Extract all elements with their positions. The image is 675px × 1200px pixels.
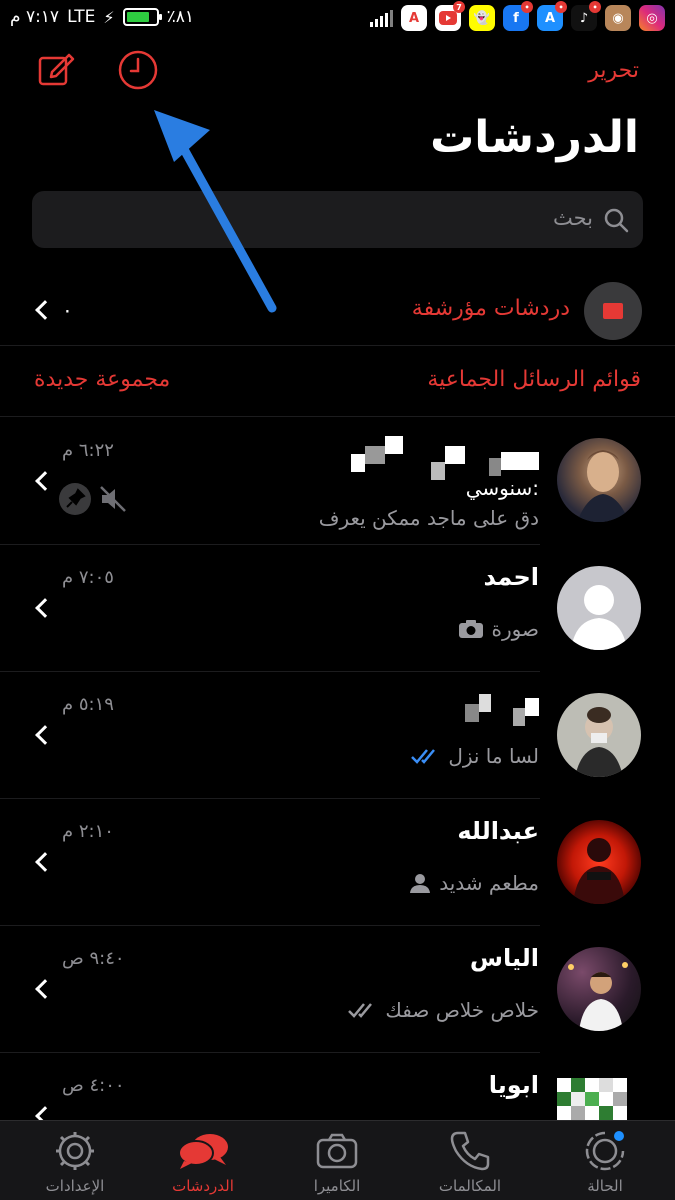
chat-name: احمد [483,563,539,591]
instagram-icon: ◎ [639,5,665,31]
tiktok-icon: ♪ • [571,1,601,31]
charging-icon: ⚡ [103,7,115,27]
camera-icon [458,620,483,638]
chat-time: ٢:١٠ م [62,821,114,842]
tab-calls[interactable]: المكالمات [410,1129,530,1195]
chat-row[interactable]: ٥:١٩ م لسا ما نزل [0,672,675,799]
chat-preview: صورة [458,617,539,641]
censored-name [465,694,539,726]
cydia-icon: ◉ [605,5,631,31]
tab-camera[interactable]: الكاميرا [277,1129,397,1195]
avatar [557,947,641,1031]
tab-label: الدردشات [172,1177,234,1195]
tab-label: الكاميرا [313,1177,361,1195]
edit-button[interactable]: تحرير [588,58,639,83]
lists-row: قوائم الرسائل الجماعية مجموعة جديدة [0,347,675,417]
chat-preview: لسا ما نزل [410,744,539,768]
chat-preview: خلاص خلاص صفك [347,998,539,1022]
chevron-left-icon [35,979,55,999]
chat-time: ٩:٤٠ ص [62,948,125,969]
chat-message: صورة [491,617,539,641]
chat-preview: مطعم شديد [409,871,539,895]
chat-message: خلاص خلاص صفك [385,998,539,1022]
double-check-icon [411,749,436,764]
chat-name: الياس [469,944,539,972]
app-store-icon: A • [537,1,567,31]
chat-sender-line: سنوسي: [466,476,539,500]
avatar [557,1074,641,1120]
chat-name: عبدالله [457,817,539,845]
battery-icon [122,8,162,26]
chat-row[interactable]: ٦:٢٢ م سنوسي: دق على ماجد ممكن يعرف [0,418,675,545]
tab-label: المكالمات [438,1177,502,1195]
tab-chats[interactable]: الدردشات [143,1129,263,1195]
chat-name: ابويا [488,1071,539,1099]
person-icon [410,874,431,893]
chat-bubbles-icon [178,1134,228,1169]
compose-icon[interactable] [36,50,76,90]
clock-icon[interactable] [118,50,158,90]
chevron-left-icon [35,300,55,320]
tab-status[interactable]: الحالة [545,1129,665,1195]
avatar [557,438,641,522]
status-icon [585,1131,625,1171]
chat-message: دق على ماجد ممكن يعرف [318,506,539,530]
tab-label: الحالة [587,1177,623,1195]
phone-icon [450,1131,490,1171]
gear-icon [56,1132,94,1170]
chat-message: مطعم شديد [439,871,539,895]
pin-icon [59,483,91,515]
chevron-left-icon [35,471,55,491]
status-bar: ٧:١٧ م LTE ⚡ ٪٨١ A 7 👻 f • A • ♪ • ◉ ◎ [0,0,675,36]
chat-time: ٥:١٩ م [62,694,114,715]
tab-settings[interactable]: الإعدادات [15,1129,135,1195]
status-time: ٧:١٧ م [10,7,60,27]
notification-app-icons: A 7 👻 f • A • ♪ • ◉ ◎ [370,1,665,31]
chat-time: ٧:٠٥ م [62,567,114,588]
page-title: الدردشات [430,112,639,163]
muted-icon [100,486,126,512]
archived-chats-label: دردشات مؤرشفة [411,296,570,321]
chat-time: ٤:٠٠ ص [62,1075,125,1096]
tab-label: الإعدادات [45,1177,105,1195]
tab-bar: الإعدادات الدردشات الكاميرا المكالمات ال… [0,1120,675,1200]
broadcast-lists-link[interactable]: قوائم الرسائل الجماعية [427,367,641,392]
chat-preview: دق على ماجد ممكن يعرف [319,506,539,530]
chevron-left-icon [35,725,55,745]
chat-row[interactable]: عبدالله ٢:١٠ م مطعم شديد [0,799,675,926]
chat-row[interactable]: ابويا ٤:٠٠ ص [0,1053,675,1120]
chat-row[interactable]: الياس ٩:٤٠ ص خلاص خلاص صفك [0,926,675,1053]
youtube-icon: 7 [435,1,465,31]
avatar [557,820,641,904]
chevron-left-icon [35,1106,55,1120]
archived-count: ٠ [62,298,73,322]
facebook-icon: f • [503,1,533,31]
annotation-arrow-icon [154,110,277,313]
double-check-icon [348,1003,373,1018]
network-type: LTE [67,7,96,27]
archived-chats-row[interactable]: دردشات مؤرشفة ٠ [0,274,675,346]
camera-icon [316,1133,358,1169]
chat-message: لسا ما نزل [448,744,539,768]
archive-icon [584,282,642,340]
search-icon [604,208,629,233]
avatar [557,566,641,650]
search-placeholder: بحث [552,206,593,230]
search-bar[interactable]: بحث [32,191,643,248]
status-left: ٧:١٧ م LTE ⚡ ٪٨١ [10,7,194,27]
avatar [557,693,641,777]
new-group-link[interactable]: مجموعة جديدة [34,367,170,392]
snapchat-icon: 👻 [469,5,495,31]
chevron-left-icon [35,598,55,618]
chevron-left-icon [35,852,55,872]
chat-time: ٦:٢٢ م [62,440,114,461]
chat-row[interactable]: احمد ٧:٠٥ م صورة [0,545,675,672]
censored-name [351,436,539,480]
chat-sender: سنوسي: [465,476,539,500]
custom-a-icon: A [401,5,427,31]
signal-icon [370,9,393,27]
battery-percent: ٪٨١ [166,7,194,27]
